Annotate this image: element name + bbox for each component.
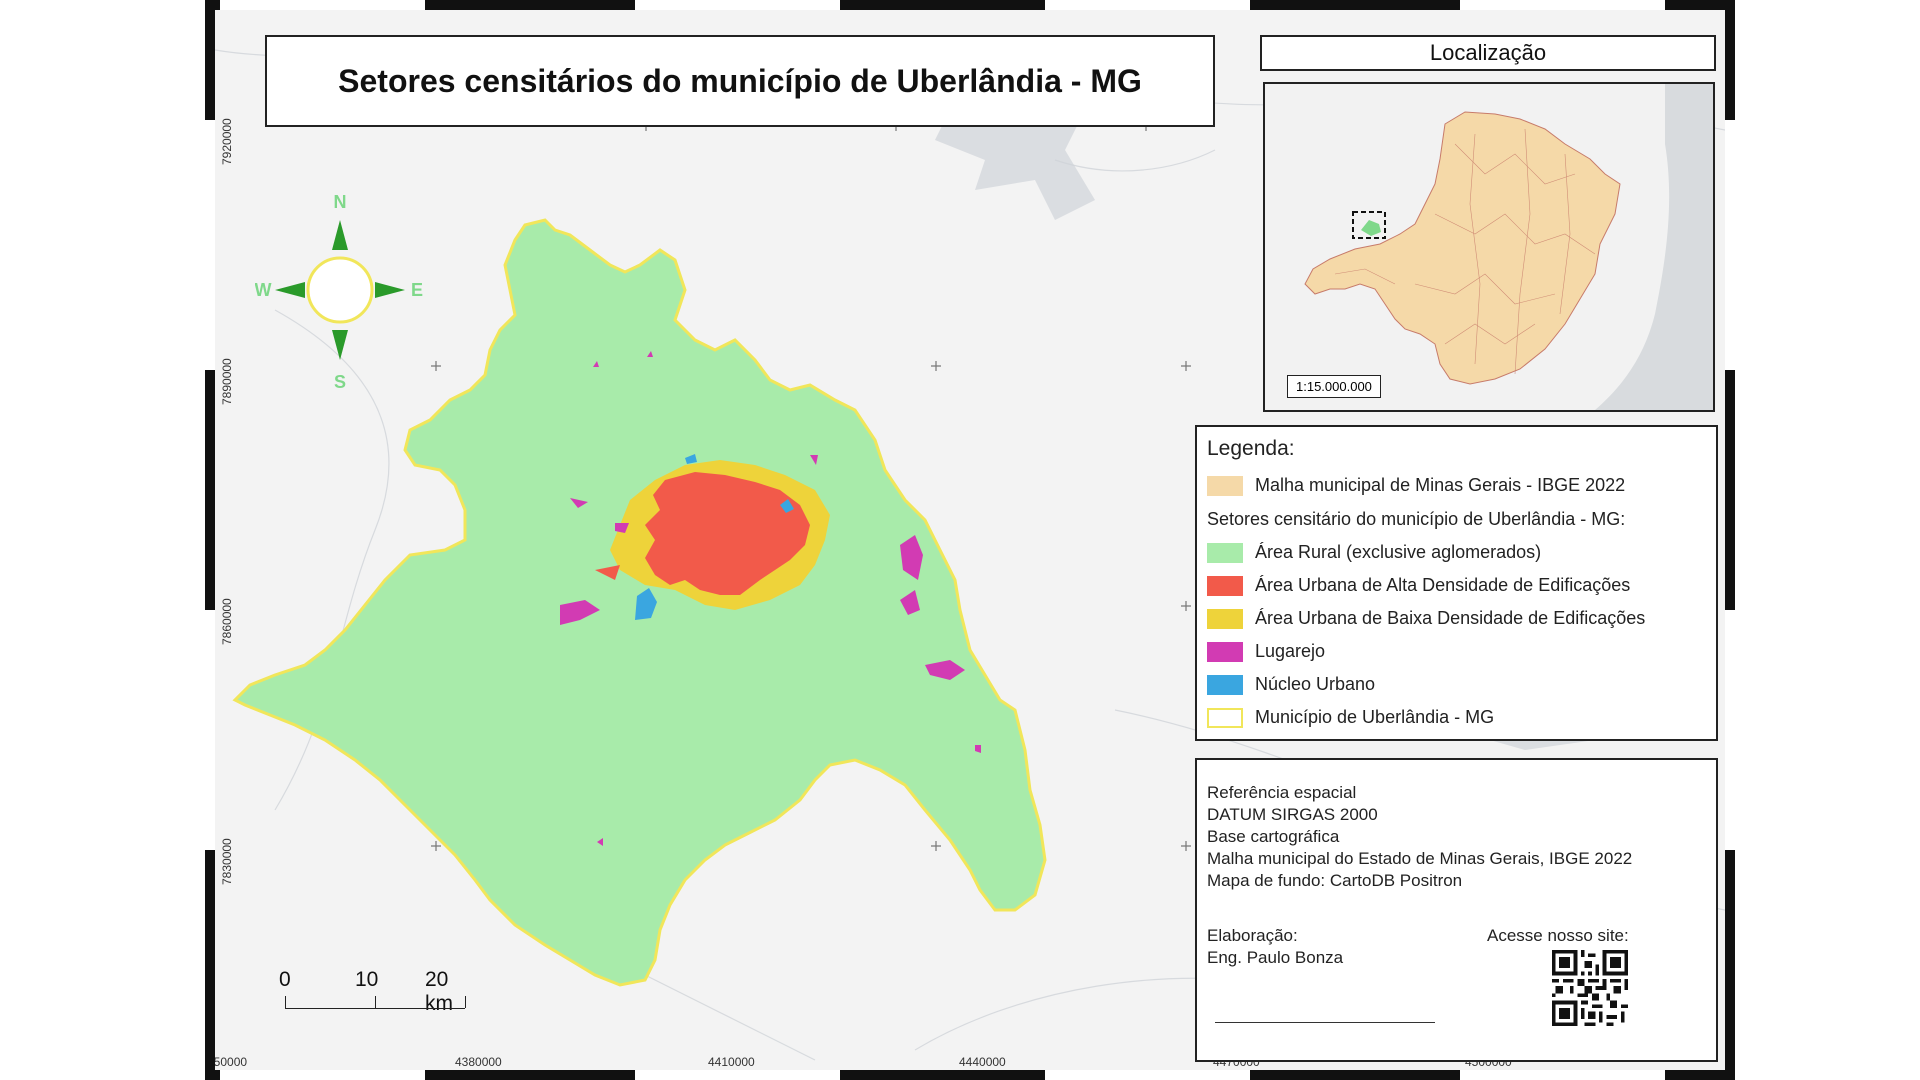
site-block: Acesse nosso site:: [1487, 925, 1629, 947]
minas-gerais-shape: [1304, 111, 1621, 385]
legend-label-urban-low: Área Urbana de Baixa Densidade de Edific…: [1255, 608, 1646, 628]
scale-bar: 0 10 20 km: [275, 968, 475, 1028]
author-name: Eng. Paulo Bonza: [1207, 948, 1344, 967]
legend-swatch-municipio: [1207, 707, 1243, 728]
location-title: Localização: [1260, 35, 1716, 71]
info-panel: Referência espacial DATUM SIRGAS 2000 Ba…: [1195, 758, 1718, 1062]
legend-swatch-lugarejo: [1207, 641, 1243, 662]
legend-item-mg: Malha municipal de Minas Gerais - IBGE 2…: [1207, 469, 1706, 502]
legend-swatch-mg: [1207, 475, 1243, 496]
info-line-1: Referência espacial: [1207, 783, 1357, 802]
map-title-box: Setores censitários do município de Uber…: [265, 35, 1215, 127]
x-coord-3: 4410000: [708, 1055, 755, 1069]
frame-top: [205, 0, 1735, 10]
y-coord-2: 7890000: [220, 358, 234, 405]
legend-item-urban-high: Área Urbana de Alta Densidade de Edifica…: [1207, 569, 1706, 602]
legend-swatch-urban-high: [1207, 575, 1243, 596]
info-line-2: DATUM SIRGAS 2000: [1207, 805, 1378, 824]
main-map[interactable]: N S E W 0 10 20 km 350000 4380000 441000…: [215, 10, 1725, 1070]
legend-swatch-rural: [1207, 542, 1243, 563]
legend-subtitle: Setores censitário do município de Uberl…: [1207, 508, 1626, 529]
legend-label-nucleo: Núcleo Urbano: [1255, 674, 1376, 694]
legend-item-municipio: Município de Uberlândia - MG: [1207, 701, 1706, 734]
y-coord-3: 7860000: [220, 598, 234, 645]
legend-item-nucleo: Núcleo Urbano: [1207, 668, 1706, 701]
legend-label-lugarejo: Lugarejo: [1255, 641, 1326, 661]
map-sheet: N S E W 0 10 20 km 350000 4380000 441000…: [205, 0, 1735, 1080]
y-coord-1: 7920000: [220, 118, 234, 165]
scale-label-10: 10: [355, 968, 379, 991]
legend-label-urban-high: Área Urbana de Alta Densidade de Edifica…: [1255, 575, 1631, 595]
west-label: W: [255, 280, 272, 300]
legend-swatch-nucleo: [1207, 674, 1243, 695]
inset-scale-label: 1:15.000.000: [1287, 375, 1381, 398]
legend-item-lugarejo: Lugarejo: [1207, 635, 1706, 668]
elaboracao-block: Elaboração: Eng. Paulo Bonza: [1207, 925, 1343, 969]
legend-title: Legenda:: [1207, 437, 1295, 460]
legend-item-urban-low: Área Urbana de Baixa Densidade de Edific…: [1207, 602, 1706, 635]
signature-line: [1215, 1022, 1435, 1023]
elaboracao-label: Elaboração:: [1207, 926, 1298, 945]
location-inset-map[interactable]: 1:15.000.000: [1263, 82, 1715, 412]
frame-bottom: [205, 1070, 1735, 1080]
y-coord-4: 7830000: [220, 838, 234, 885]
info-line-4: Malha municipal do Estado de Minas Gerai…: [1207, 849, 1633, 868]
x-coord-2: 4380000: [455, 1055, 502, 1069]
south-label: S: [334, 372, 346, 392]
north-label: N: [334, 192, 347, 212]
north-arrow: N S E W: [255, 192, 423, 392]
site-label: Acesse nosso site:: [1487, 926, 1629, 945]
map-title: Setores censitários do município de Uber…: [338, 62, 1142, 99]
frame-left: [205, 0, 215, 1080]
frame-right: [1725, 0, 1735, 1080]
x-coord-1: 350000: [215, 1055, 248, 1069]
legend-label-municipio: Município de Uberlândia - MG: [1255, 707, 1495, 727]
legend-label-rural: Área Rural (exclusive aglomerados): [1255, 542, 1542, 562]
legend-item-rural: Área Rural (exclusive aglomerados): [1207, 536, 1706, 569]
legend-panel: Legenda: Malha municipal de Minas Gerais…: [1195, 425, 1718, 741]
scale-label-0: 0: [279, 968, 291, 991]
legend-label-mg: Malha municipal de Minas Gerais - IBGE 2…: [1255, 475, 1626, 495]
legend-swatch-urban-low: [1207, 608, 1243, 629]
info-line-5: Mapa de fundo: CartoDB Positron: [1207, 871, 1463, 890]
x-coord-4: 4440000: [959, 1055, 1006, 1069]
qr-code-icon[interactable]: [1552, 950, 1628, 1026]
info-line-3: Base cartográfica: [1207, 827, 1340, 846]
inset-canvas: [1304, 84, 1713, 410]
east-label: E: [411, 280, 423, 300]
